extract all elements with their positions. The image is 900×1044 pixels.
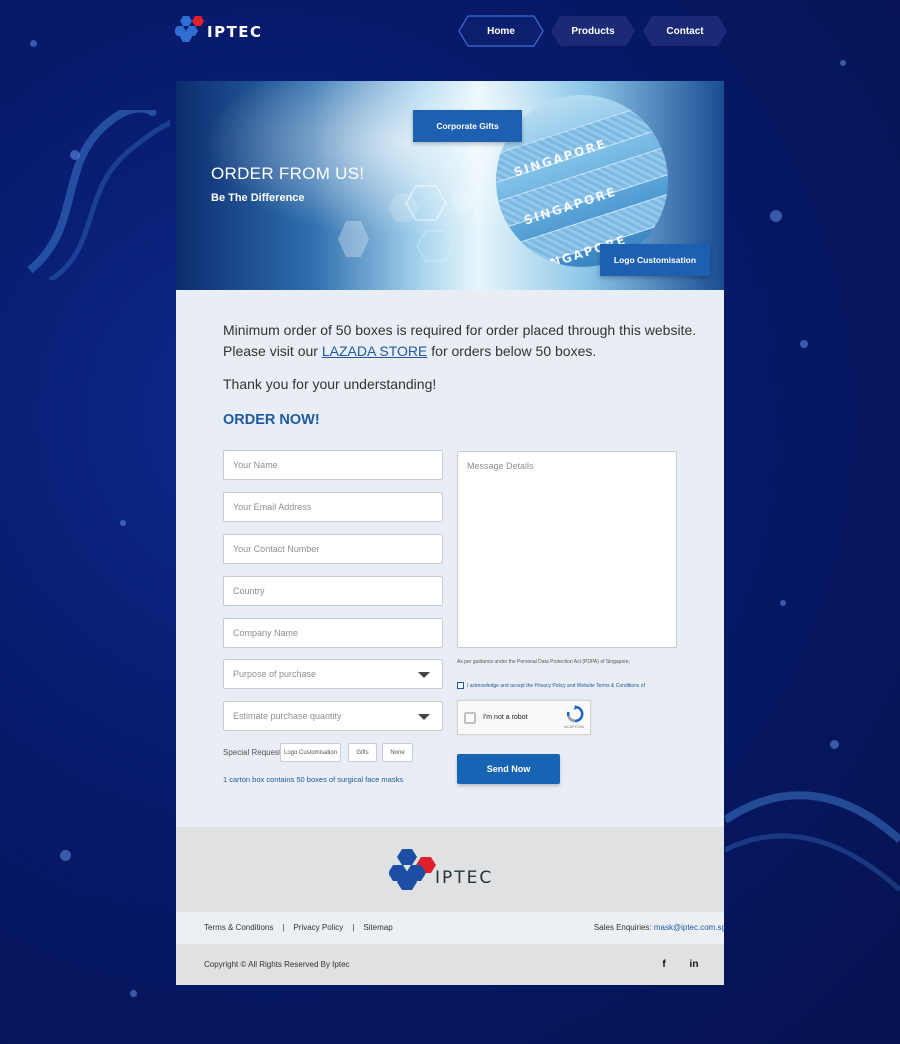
contact-number-input[interactable] (233, 544, 442, 554)
chevron-down-icon (418, 714, 430, 720)
quantity-select[interactable]: Estimate purchase quantity (223, 701, 443, 731)
country-field[interactable] (223, 576, 443, 606)
nav-contact-label: Contact (666, 25, 704, 37)
logo-hexagon-icon (175, 16, 204, 42)
nav-contact[interactable]: Contact (642, 15, 728, 47)
message-textarea[interactable]: Message Details (457, 451, 677, 648)
lazada-store-link[interactable]: LAZADA STORE (322, 343, 428, 359)
footer-logo[interactable]: IPTEC (388, 847, 513, 891)
bg-particle (120, 520, 126, 526)
company-name-input[interactable] (233, 628, 442, 638)
consent-checkbox[interactable] (457, 682, 464, 689)
special-option-none[interactable]: None (382, 743, 413, 762)
corporate-gifts-button[interactable]: Corporate Gifts (413, 110, 522, 142)
carton-note: 1 carton box contains 50 boxes of surgic… (223, 775, 404, 784)
bg-particle (830, 740, 839, 749)
copyright-text: Copyright © All Rights Reserved By Iptec (204, 960, 350, 969)
dna-helix-decoration (27, 110, 170, 280)
recaptcha-widget[interactable]: I'm not a robot reCAPTCHA (457, 700, 591, 735)
message-placeholder: Message Details (467, 461, 534, 471)
terms-link[interactable]: Terms & Conditions (204, 923, 273, 932)
dna-helix-decoration (725, 791, 900, 892)
name-field[interactable] (223, 450, 443, 480)
country-input[interactable] (233, 586, 442, 596)
email-field[interactable] (223, 492, 443, 522)
bg-particle (800, 340, 808, 348)
hero-title: ORDER FROM US! (211, 164, 365, 183)
recaptcha-checkbox[interactable] (464, 712, 476, 724)
sitemap-link[interactable]: Sitemap (363, 923, 392, 932)
privacy-policy-link[interactable]: Privacy Policy (293, 923, 343, 932)
site-logo[interactable]: IPTEC (175, 14, 265, 44)
recaptcha-icon (566, 705, 584, 723)
send-now-button[interactable]: Send Now (457, 754, 560, 784)
special-request-label: Special Request (223, 748, 282, 757)
footer-logo-text: IPTEC (435, 868, 494, 888)
bg-particle (770, 210, 782, 222)
email-input[interactable] (233, 502, 442, 512)
content-card: ORDER FROM US! Be The Difference SINGAPO… (176, 81, 724, 985)
footer-bottom: Copyright © All Rights Reserved By Iptec… (176, 944, 724, 985)
consent-label: I acknowledge and accept the Privacy Pol… (467, 682, 645, 689)
footer-links: Terms & Conditions | Privacy Policy | Si… (204, 923, 393, 932)
purpose-select[interactable]: Purpose of purchase (223, 659, 443, 689)
chevron-down-icon (418, 672, 430, 678)
nav-home[interactable]: Home (458, 15, 544, 47)
footer-logo-area: IPTEC (176, 827, 724, 912)
pdpa-notice: As per guidance under the Personal Data … (457, 659, 631, 665)
hero-banner: ORDER FROM US! Be The Difference SINGAPO… (176, 81, 724, 290)
special-option-logo-customisation[interactable]: Logo Customisation (280, 743, 341, 762)
footer-links-bar: Terms & Conditions | Privacy Policy | Si… (176, 912, 724, 944)
sales-enquiries: Sales Enquiries: mask@iptec.com.sg (594, 923, 724, 932)
bg-particle (130, 990, 137, 997)
sales-email-link[interactable]: mask@iptec.com.sg (654, 923, 724, 932)
order-now-heading: ORDER NOW! (223, 412, 320, 428)
sales-label: Sales Enquiries: (593, 923, 654, 932)
site-header: IPTEC Home Products Contact (0, 0, 900, 62)
company-name-field[interactable] (223, 618, 443, 648)
bg-particle (780, 600, 786, 606)
quantity-select-value: Estimate purchase quantity (233, 711, 342, 721)
bg-particle (60, 850, 71, 861)
consent-checkbox-row[interactable]: I acknowledge and accept the Privacy Pol… (457, 682, 645, 689)
hero-subtitle: Be The Difference (211, 192, 305, 204)
contact-number-field[interactable] (223, 534, 443, 564)
nav-products-label: Products (571, 25, 615, 37)
logo-text: IPTEC (207, 23, 263, 41)
nav-home-label: Home (487, 25, 515, 37)
logo-customisation-button[interactable]: Logo Customisation (600, 244, 710, 276)
logo-hexagon-icon (388, 849, 436, 890)
linkedin-icon[interactable]: in (687, 957, 701, 971)
nav-products[interactable]: Products (550, 15, 636, 47)
recaptcha-brand: reCAPTCHA (564, 725, 584, 729)
name-input[interactable] (233, 460, 442, 470)
recaptcha-label: I'm not a robot (483, 714, 528, 721)
special-option-gifts[interactable]: Gifts (348, 743, 377, 762)
purpose-select-value: Purpose of purchase (233, 669, 317, 679)
minimum-order-notice: Minimum order of 50 boxes is required fo… (223, 322, 697, 359)
facebook-icon[interactable]: f (657, 957, 671, 971)
thank-you-text: Thank you for your understanding! (223, 376, 437, 392)
